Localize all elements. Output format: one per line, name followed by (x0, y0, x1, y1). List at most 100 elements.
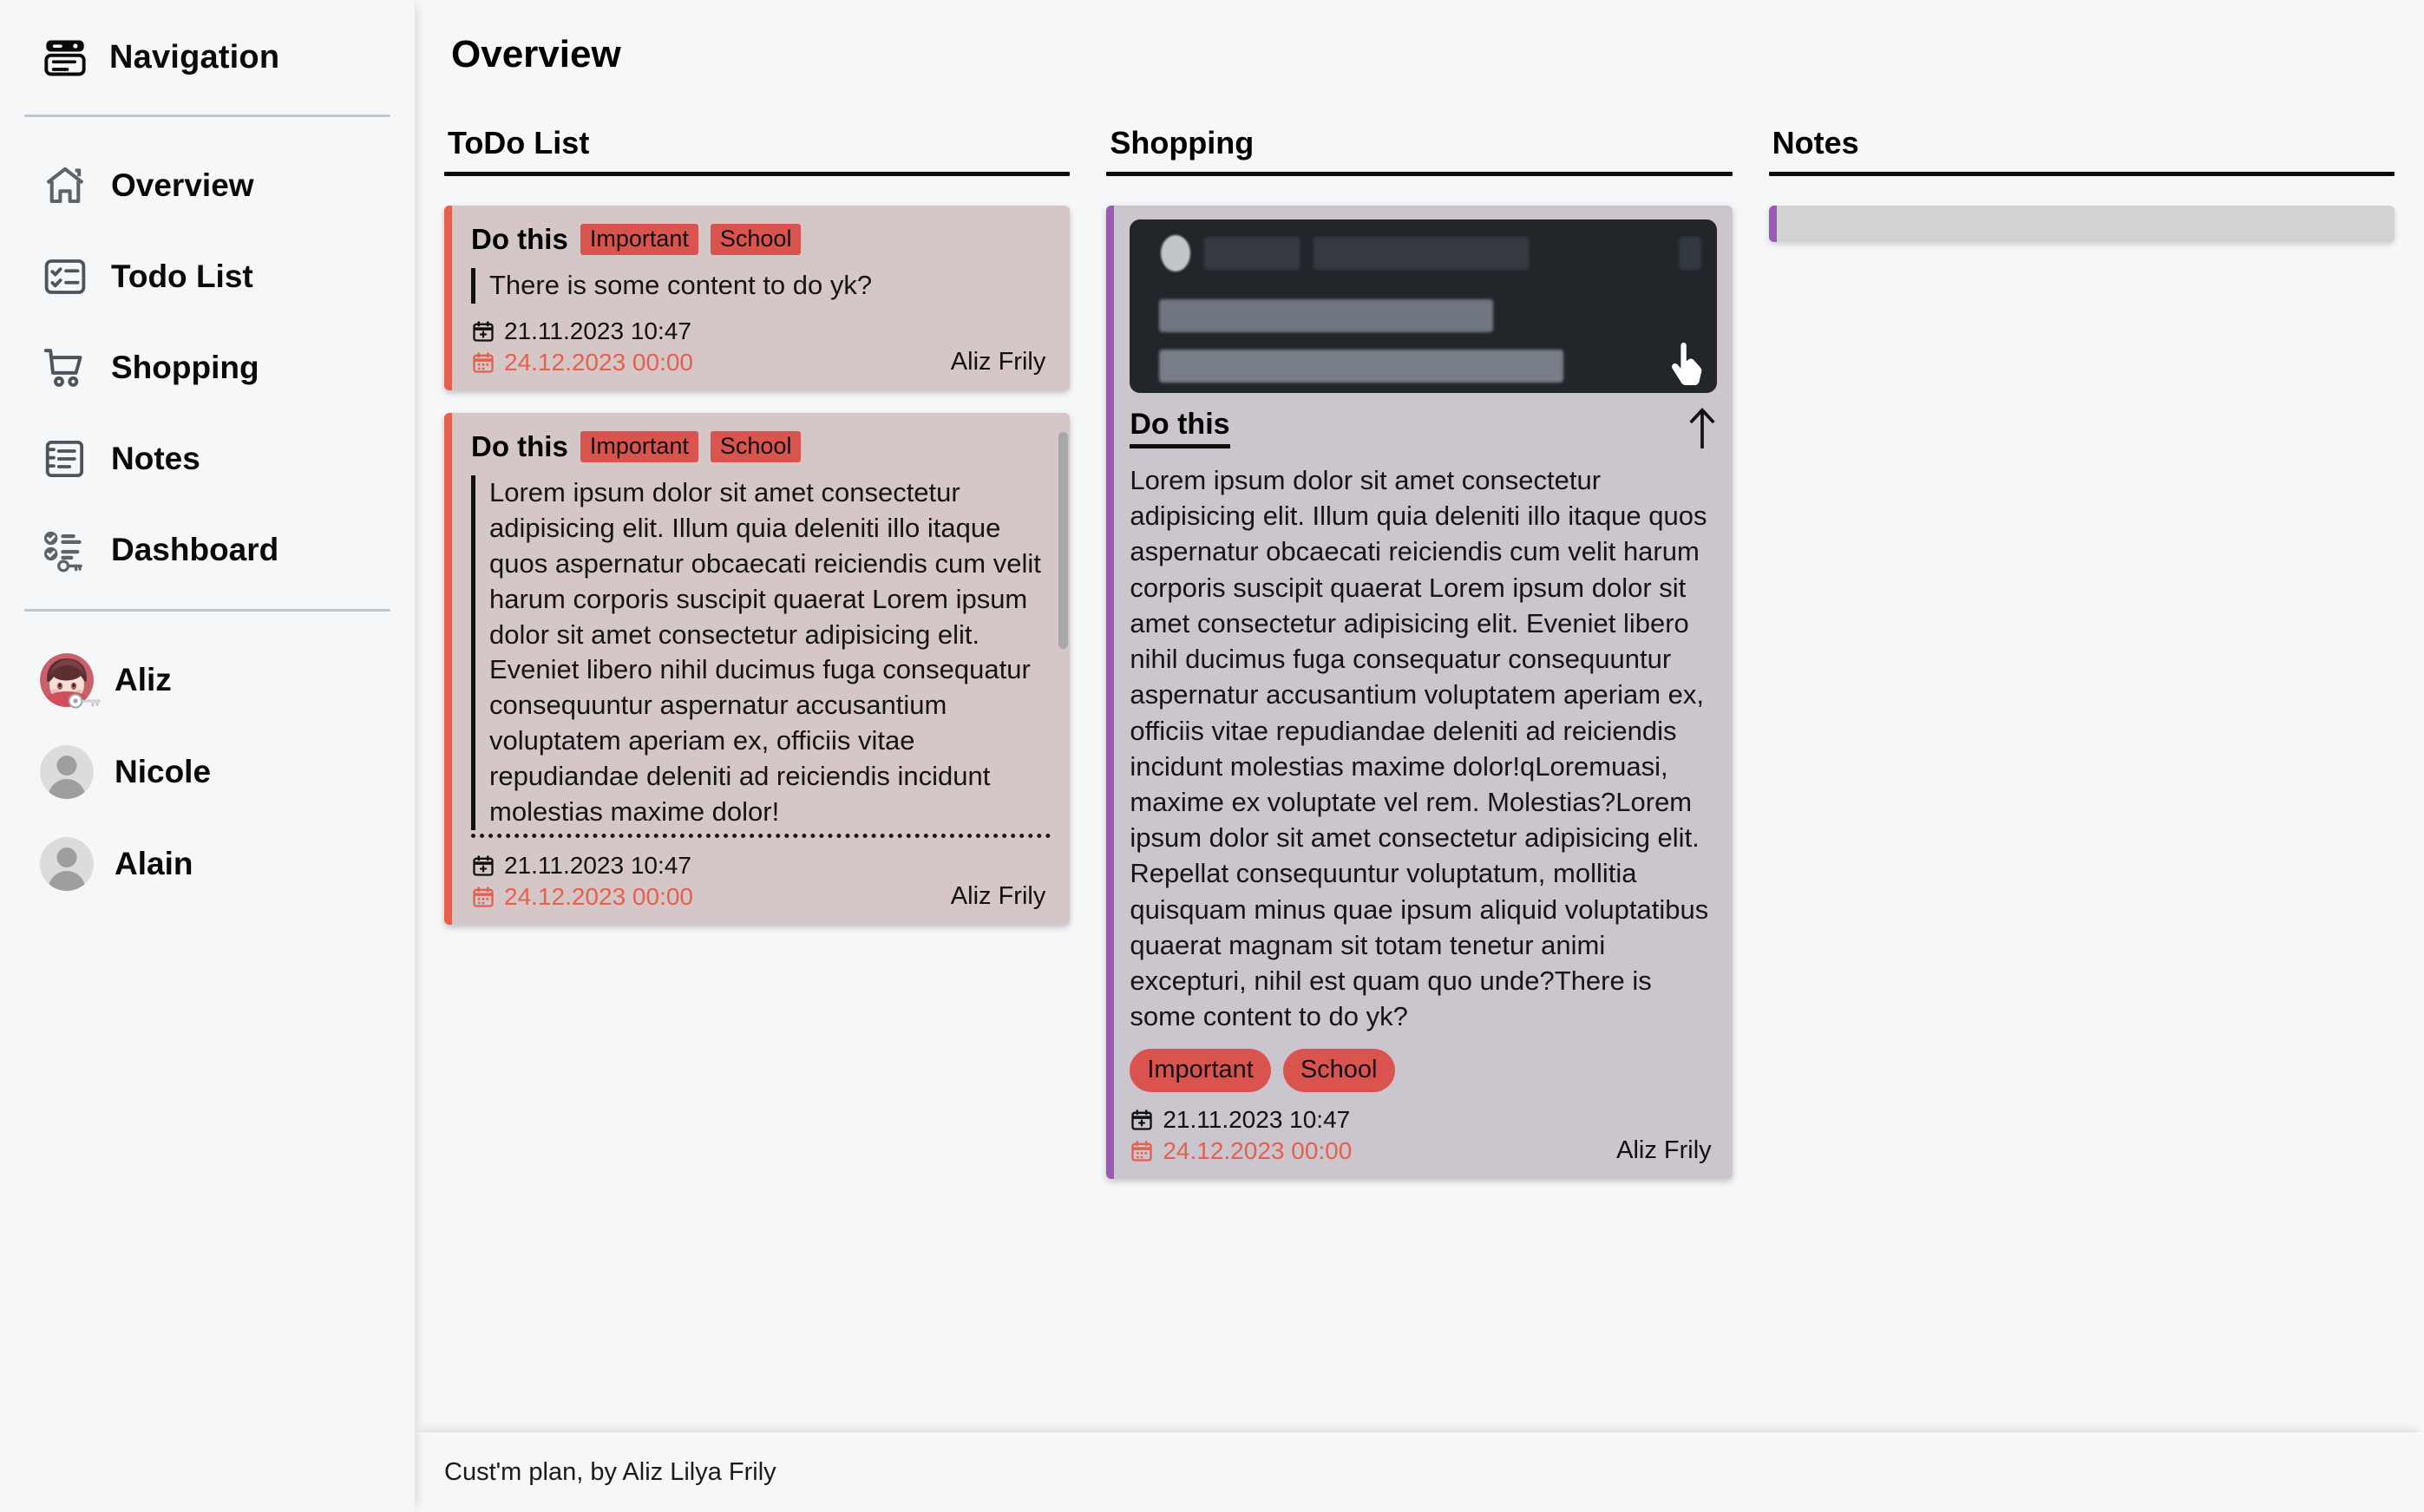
card-author: Aliz Frily (950, 881, 1046, 910)
calendar-due-icon (473, 352, 494, 373)
card-meta: 21.11.2023 10:47 24.12.2023 00:00 Aliz F… (1130, 1106, 1716, 1165)
due-date: 24.12.2023 00:00 (504, 882, 693, 910)
column-body: Do this Lorem ipsum dolor sit amet conse… (1106, 176, 1733, 1179)
key-badge-icon (68, 691, 102, 710)
card-author: Aliz Frily (1616, 1136, 1712, 1164)
card-title-row: Do this Important School (471, 223, 1051, 256)
column-heading: Shopping (1110, 125, 1255, 160)
created-date: 21.11.2023 10:47 (504, 851, 691, 879)
card-dates: 21.11.2023 10:47 24.12.2023 00:00 (1130, 1106, 1352, 1165)
sidebar: Navigation Overview Todo List Shopping N… (0, 0, 415, 1512)
sidebar-item-label: Notes (111, 440, 200, 476)
skeleton-avatar (1161, 235, 1191, 272)
card-dates: 21.11.2023 10:47 24.12.2023 00:00 (471, 852, 693, 911)
calendar-plus-icon (473, 321, 494, 342)
column-heading: ToDo List (448, 125, 590, 160)
shopping-cart-icon (40, 343, 90, 393)
shopping-card-header: Do this (1130, 407, 1716, 448)
avatar (40, 653, 101, 709)
due-date-row: 24.12.2023 00:00 (471, 349, 693, 376)
home-icon (40, 160, 90, 211)
sidebar-item-label: Todo List (111, 258, 253, 294)
arrow-up-icon[interactable] (1687, 407, 1717, 448)
sidebar-person-name: Alain (115, 846, 193, 881)
calendar-plus-icon (473, 855, 494, 876)
avatar (40, 745, 94, 799)
note-card-empty[interactable] (1768, 206, 2395, 242)
tag-badge[interactable]: Important (1130, 1048, 1271, 1092)
skeleton-line (1159, 350, 1564, 383)
card-dates: 21.11.2023 10:47 24.12.2023 00:00 (471, 317, 693, 376)
sidebar-item-todo-list[interactable]: Todo List (24, 231, 390, 322)
card-title: Do this (471, 223, 568, 255)
tag-badge[interactable]: School (710, 430, 802, 463)
tag-badge[interactable]: Important (580, 223, 698, 256)
created-date-row: 21.11.2023 10:47 (471, 317, 693, 345)
card-scrollbar-thumb[interactable] (1058, 431, 1069, 649)
sidebar-person-alain[interactable]: Alain (24, 818, 390, 910)
todo-card[interactable]: Do this Important School There is some c… (444, 206, 1071, 390)
sidebar-person-name: Aliz (115, 662, 172, 697)
card-title: Do this (471, 429, 568, 462)
skeleton-block (1204, 237, 1300, 270)
sidebar-item-notes[interactable]: Notes (24, 413, 390, 504)
sidebar-item-label: Shopping (111, 349, 259, 385)
placeholder-person-avatar (40, 837, 94, 891)
card-content: Lorem ipsum dolor sit amet consectetur a… (471, 475, 1051, 830)
todo-card[interactable]: Do this Important School Lorem ipsum dol… (444, 412, 1071, 925)
card-meta: 21.11.2023 10:47 24.12.2023 00:00 Aliz F… (471, 852, 1051, 911)
card-content: There is some content to do yk? (471, 268, 1051, 304)
sidebar-item-overview[interactable]: Overview (24, 140, 390, 231)
card-content: Lorem ipsum dolor sit amet consectetur a… (1130, 465, 1709, 1032)
due-date: 24.12.2023 00:00 (1163, 1136, 1353, 1164)
navigation-panel-icon (40, 32, 90, 82)
pointer-hand-icon (1670, 343, 1705, 388)
due-date-row: 24.12.2023 00:00 (1130, 1137, 1352, 1165)
sidebar-item-label: Dashboard (111, 531, 279, 567)
skeleton-line (1159, 299, 1494, 332)
due-date: 24.12.2023 00:00 (504, 348, 693, 376)
checklist-icon (40, 252, 90, 302)
sidebar-nav-list: Overview Todo List Shopping Notes Dashbo… (24, 117, 390, 609)
tag-badge[interactable]: School (710, 223, 802, 256)
sidebar-person-aliz[interactable]: Aliz (24, 634, 390, 726)
column-todo-list: ToDo List Do this Important School There… (444, 125, 1071, 925)
calendar-plus-icon (1131, 1109, 1152, 1130)
sidebar-brand-label: Navigation (109, 38, 280, 75)
sidebar-item-dashboard[interactable]: Dashboard (24, 504, 390, 595)
column-notes: Notes (1768, 125, 2395, 242)
tag-badge[interactable]: Important (580, 430, 698, 463)
created-date: 21.11.2023 10:47 (504, 317, 691, 344)
footer: Cust'm plan, by Aliz Lilya Frily (415, 1432, 2424, 1512)
card-tags: Important School (1130, 1048, 1716, 1092)
page-title: Overview (451, 33, 621, 75)
content-truncation-rule (471, 833, 1051, 838)
main-content: Overview ToDo List Do this Important Sch… (415, 0, 2424, 1512)
card-title-row: Do this Important School (471, 430, 1051, 463)
column-body: Do this Important School There is some c… (444, 176, 1071, 925)
calendar-due-icon (1131, 1141, 1152, 1162)
notes-icon (40, 434, 90, 484)
created-date-row: 21.11.2023 10:47 (471, 852, 693, 880)
overview-columns: ToDo List Do this Important School There… (444, 125, 2395, 1179)
created-date-row: 21.11.2023 10:47 (1130, 1106, 1352, 1134)
avatar (40, 837, 94, 891)
sidebar-item-shopping[interactable]: Shopping (24, 322, 390, 413)
skeleton-block (1678, 237, 1701, 270)
calendar-due-icon (473, 887, 494, 907)
shopping-card[interactable]: Do this Lorem ipsum dolor sit amet conse… (1106, 206, 1733, 1179)
sidebar-brand: Navigation (24, 0, 390, 115)
sidebar-person-name: Nicole (115, 754, 212, 789)
created-date: 21.11.2023 10:47 (1163, 1105, 1351, 1133)
due-date-row: 24.12.2023 00:00 (471, 883, 693, 911)
sidebar-people-list: Aliz Nicole Alain (24, 612, 390, 910)
card-author: Aliz Frily (950, 347, 1046, 376)
skeleton-block (1314, 237, 1530, 270)
tag-badge[interactable]: School (1282, 1048, 1395, 1092)
column-shopping: Shopping Do this Lorem ipsum dolor sit a… (1106, 125, 1733, 1179)
dashboard-key-icon (40, 525, 90, 575)
card-meta: 21.11.2023 10:47 24.12.2023 00:00 Aliz F… (471, 317, 1051, 376)
sidebar-item-label: Overview (111, 167, 254, 203)
sidebar-person-nicole[interactable]: Nicole (24, 726, 390, 818)
dark-skeleton-preview[interactable] (1130, 219, 1717, 393)
